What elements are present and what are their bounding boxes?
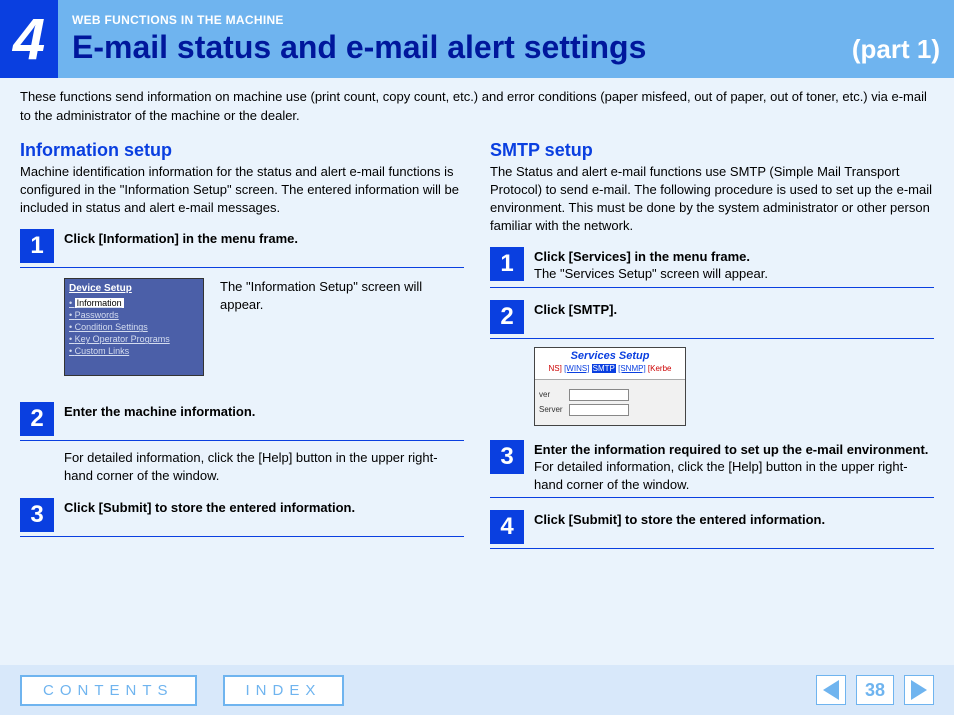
thumb2-title: Services Setup [535,348,685,364]
step-number: 3 [490,440,524,474]
step-title: Click [SMTP]. [534,302,617,317]
step-title: Click [Information] in the menu frame. [64,231,298,246]
step-subtitle: For detailed information, click the [Hel… [534,458,934,493]
step-title: Enter the machine information. [64,404,255,419]
triangle-left-icon [823,680,839,700]
step-title: Enter the information required to set up… [534,442,928,457]
intro-paragraph: These functions send information on mach… [0,78,954,134]
menu-item-key-operator: Key Operator Programs [69,334,199,344]
page-header: 4 WEB FUNCTIONS IN THE MACHINE E-mail st… [0,0,954,78]
thumb-title: Device Setup [69,283,199,294]
step-title: Click [Submit] to store the entered info… [64,500,355,515]
step-title: Click [Services] in the menu frame. [534,249,750,264]
page-number: 38 [856,675,894,705]
smtp-step-2: 2 Click [SMTP]. Services Setup NS] [WINS… [490,300,934,426]
step-number: 1 [490,247,524,281]
step-subtitle: The "Services Setup" screen will appear. [534,265,934,283]
part-label: (part 1) [852,34,940,65]
triangle-right-icon [911,680,927,700]
section-desc-smtp: The Status and alert e-mail functions us… [490,163,934,236]
step-number: 2 [20,402,54,436]
thumb-input-1 [569,389,629,401]
page-title: E-mail status and e-mail alert settings [72,29,646,66]
step-title: Click [Submit] to store the entered info… [534,512,825,527]
thumb2-links: NS] [WINS] SMTP [SNMP] [Kerbe [535,364,685,380]
step-number: 1 [20,229,54,263]
smtp-step-1: 1 Click [Services] in the menu frame. Th… [490,247,934,288]
device-setup-thumbnail: Device Setup Information Passwords Condi… [64,278,204,376]
prev-page-button[interactable] [816,675,846,705]
step-body: For detailed information, click the [Hel… [64,449,464,485]
info-step-1: 1 Click [Information] in the menu frame.… [20,229,464,376]
footer-nav: CONTENTS INDEX 38 [0,665,954,715]
info-step-3: 3 Click [Submit] to store the entered in… [20,498,464,537]
services-setup-thumbnail: Services Setup NS] [WINS] SMTP [SNMP] [K… [534,347,686,426]
step-number: 2 [490,300,524,334]
column-smtp-setup: SMTP setup The Status and alert e-mail f… [490,134,934,561]
section-title-info: Information setup [20,140,464,161]
menu-item-condition: Condition Settings [69,322,199,332]
thumb-input-2 [569,404,629,416]
section-title-smtp: SMTP setup [490,140,934,161]
step-number: 4 [490,510,524,544]
section-desc-info: Machine identification information for t… [20,163,464,218]
contents-button[interactable]: CONTENTS [20,675,197,706]
index-button[interactable]: INDEX [223,675,345,706]
chapter-number: 4 [0,0,58,78]
next-page-button[interactable] [904,675,934,705]
header-text-group: WEB FUNCTIONS IN THE MACHINE E-mail stat… [58,0,954,78]
menu-item-custom-links: Custom Links [69,346,199,356]
menu-item-information: Information [69,298,199,308]
info-step-2: 2 Enter the machine information. For det… [20,402,464,485]
step-number: 3 [20,498,54,532]
thumb-caption: The "Information Setup" screen will appe… [220,278,464,314]
column-information-setup: Information setup Machine identification… [20,134,464,561]
menu-item-passwords: Passwords [69,310,199,320]
smtp-step-3: 3 Enter the information required to set … [490,440,934,498]
smtp-step-4: 4 Click [Submit] to store the entered in… [490,510,934,549]
breadcrumb: WEB FUNCTIONS IN THE MACHINE [72,13,954,27]
